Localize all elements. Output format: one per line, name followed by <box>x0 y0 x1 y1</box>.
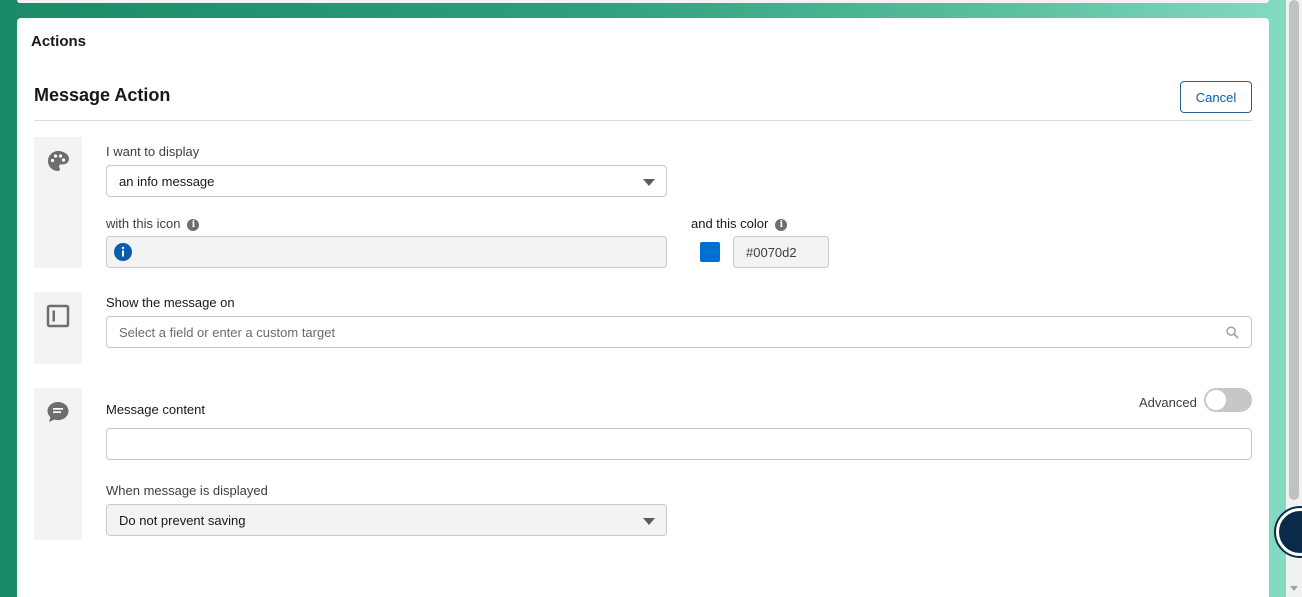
toggle-knob <box>1206 390 1226 410</box>
cancel-button[interactable]: Cancel <box>1180 81 1252 113</box>
scrollbar-thumb[interactable] <box>1289 0 1299 500</box>
scroll-down-arrow[interactable] <box>1290 586 1298 591</box>
target-label: Show the message on <box>106 295 235 310</box>
info-icon[interactable]: i <box>775 218 788 231</box>
when-select[interactable]: Do not prevent saving <box>106 504 667 536</box>
content-section-icon-box <box>34 388 82 540</box>
section-title: Message Action <box>34 85 171 105</box>
top-strip <box>17 0 1269 3</box>
target-section-icon-box <box>34 292 82 364</box>
advanced-toggle[interactable] <box>1204 388 1252 412</box>
display-type-label: I want to display <box>106 144 200 159</box>
display-section-icon-box <box>34 137 82 268</box>
chevron-down-icon <box>643 518 655 525</box>
chevron-down-icon <box>643 179 655 186</box>
display-type-value: an info message <box>119 173 215 189</box>
info-icon[interactable]: i <box>187 218 200 231</box>
icon-field[interactable] <box>106 236 667 268</box>
content-input[interactable] <box>106 428 1252 460</box>
color-swatch[interactable] <box>700 242 720 262</box>
chat-icon <box>47 402 69 422</box>
color-value: #0070d2 <box>746 244 797 260</box>
info-icon <box>114 243 132 261</box>
layout-icon <box>46 304 70 328</box>
content-label: Message content <box>106 402 206 417</box>
advanced-label: Advanced <box>1139 395 1197 410</box>
target-placeholder: Select a field or enter a custom target <box>119 324 336 340</box>
assistant-button[interactable] <box>1276 508 1302 556</box>
display-type-select[interactable]: an info message <box>106 165 667 197</box>
palette-icon <box>48 151 69 171</box>
when-label: When message is displayed <box>106 483 268 498</box>
color-input[interactable]: #0070d2 <box>733 236 829 268</box>
icon-label: with this icon i <box>106 216 200 231</box>
divider <box>34 120 1252 121</box>
panel-title: Actions <box>31 33 87 50</box>
actions-panel: Actions Message Action Cancel I want to … <box>17 18 1269 597</box>
search-icon <box>1226 326 1239 339</box>
when-value: Do not prevent saving <box>119 512 246 528</box>
target-input[interactable]: Select a field or enter a custom target <box>106 316 1252 348</box>
color-label: and this color i <box>691 216 788 231</box>
